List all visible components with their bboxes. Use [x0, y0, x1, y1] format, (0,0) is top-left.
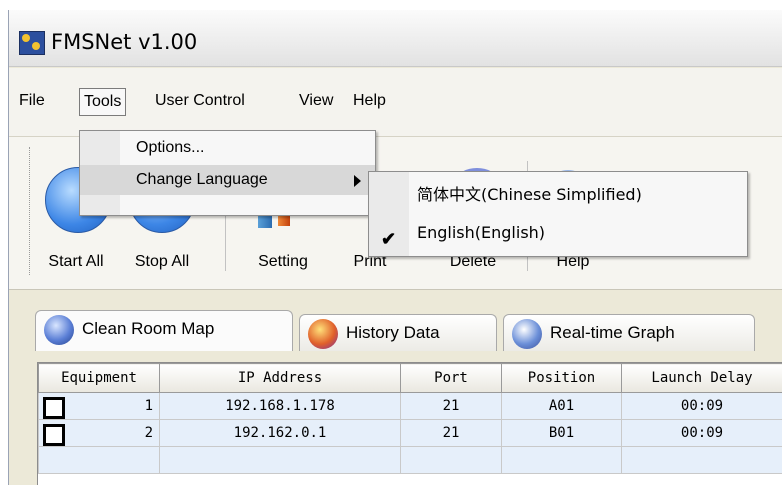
equipment-value: 2 [144, 425, 153, 441]
column-header-position[interactable]: Position [501, 363, 622, 393]
tab-clean-room-map[interactable]: Clean Room Map [35, 310, 293, 351]
menu-help[interactable]: Help [349, 88, 390, 114]
tab-history-data-label: History Data [346, 323, 440, 342]
empty-cell [159, 446, 401, 474]
empty-cell [501, 446, 622, 474]
column-header-port[interactable]: Port [400, 363, 502, 393]
position-cell[interactable]: B01 [501, 419, 622, 447]
column-header-ip-address[interactable]: IP Address [159, 363, 401, 393]
equipment-value: 1 [144, 398, 153, 414]
tab-clean-room-map-label: Clean Room Map [82, 319, 215, 338]
table-row[interactable]: 1 192.168.1.178 21 A01 00:09 [38, 392, 782, 420]
submenu-arrow-icon [354, 175, 361, 187]
menu-item-english-label: English(English) [417, 223, 546, 242]
main-window: FMSNet v1.00 File Tools User Control Vie… [8, 10, 782, 485]
menu-item-options-label: Options... [136, 139, 205, 156]
menu-help-label: Help [353, 92, 386, 109]
tab-strip: Clean Room Map History Data Real-time Gr… [9, 302, 782, 352]
equipment-cell[interactable]: 2 [38, 419, 160, 447]
menu-view-label: View [299, 92, 334, 109]
clean-room-icon [44, 315, 74, 345]
delay-cell[interactable]: 00:09 [621, 392, 782, 420]
stop-all-label: Stop All [134, 253, 190, 270]
tools-dropdown-menu: Options... Change Language [79, 130, 376, 216]
menu-item-chinese-simplified[interactable]: 简体中文(Chinese Simplified) [369, 178, 747, 212]
menu-bar: File Tools User Control View Help [9, 68, 782, 137]
ip-cell[interactable]: 192.162.0.1 [159, 419, 401, 447]
empty-cell [38, 446, 160, 474]
equipment-cell[interactable]: 1 [38, 392, 160, 420]
table-row[interactable]: 2 192.162.0.1 21 B01 00:09 [38, 419, 782, 447]
equipment-checkbox[interactable] [43, 397, 65, 419]
column-header-equipment[interactable]: Equipment [38, 363, 160, 393]
app-icon [19, 31, 45, 55]
start-all-label: Start All [48, 253, 104, 270]
setting-label: Setting [258, 253, 308, 270]
menu-user-control[interactable]: User Control [151, 88, 249, 114]
position-cell[interactable]: A01 [501, 392, 622, 420]
menu-item-change-language-label: Change Language [136, 171, 268, 188]
tab-history-data[interactable]: History Data [299, 314, 497, 351]
ip-cell[interactable]: 192.168.1.178 [159, 392, 401, 420]
tab-real-time-graph[interactable]: Real-time Graph [503, 314, 755, 351]
tab-real-time-graph-label: Real-time Graph [550, 323, 675, 342]
column-header-launch-delay[interactable]: Launch Delay [621, 363, 782, 393]
empty-cell [621, 446, 782, 474]
title-bar: FMSNet v1.00 [9, 10, 782, 67]
port-cell[interactable]: 21 [400, 419, 502, 447]
port-cell[interactable]: 21 [400, 392, 502, 420]
table-header-row: Equipment IP Address Port Position Launc… [38, 363, 782, 393]
graph-icon [512, 319, 542, 349]
checkmark-icon: ✔ [381, 229, 397, 249]
language-submenu: 简体中文(Chinese Simplified) ✔ English(Englis… [368, 171, 748, 257]
equipment-table: Equipment IP Address Port Position Launc… [38, 363, 782, 474]
table-row-empty[interactable] [38, 446, 782, 474]
menu-file-label: File [19, 92, 45, 109]
menu-tools[interactable]: Tools [79, 88, 127, 116]
history-icon [308, 319, 338, 349]
window-title: FMSNet v1.00 [51, 30, 198, 54]
delay-cell[interactable]: 00:09 [621, 419, 782, 447]
menu-item-english[interactable]: ✔ English(English) [369, 216, 747, 250]
empty-cell [400, 446, 502, 474]
equipment-grid: Equipment IP Address Port Position Launc… [37, 362, 782, 485]
menu-file[interactable]: File [15, 88, 49, 114]
menu-view[interactable]: View [295, 88, 337, 114]
equipment-checkbox[interactable] [43, 424, 65, 446]
menu-user-control-label: User Control [155, 92, 245, 109]
menu-item-chinese-label: 简体中文(Chinese Simplified) [417, 185, 642, 204]
menu-item-options[interactable]: Options... [80, 133, 375, 163]
menu-item-change-language[interactable]: Change Language [80, 165, 375, 195]
menu-tools-label: Tools [84, 93, 122, 110]
